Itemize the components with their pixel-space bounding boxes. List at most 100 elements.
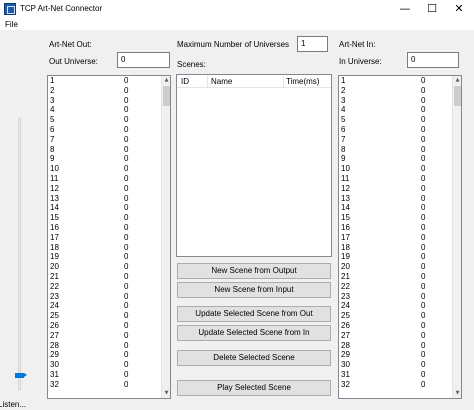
channel-row[interactable]: 30 [48,96,162,106]
in-channel-list[interactable]: 1 0 2 0 3 0 4 0 5 0 6 0 7 0 8 0 9 0 10 0 11 0 12 0 13 0 14 0 15 0 16 0 1… [338,75,462,399]
channel-row[interactable]: 19 0 [339,252,453,262]
channel-row[interactable]: 60 [339,125,453,135]
channel-row[interactable]: 32 0 [339,380,453,390]
channel-row[interactable]: 70 [339,135,453,145]
channel-value: 0 [421,320,426,330]
update-scene-from-out-button[interactable]: Update Selected Scene from Out [177,306,331,322]
scroll-up-icon[interactable]: ▲ [162,76,170,85]
channel-row[interactable]: 14 0 [48,203,162,213]
channel-row[interactable]: 28 0 [339,341,453,351]
channel-row[interactable]: 28 0 [48,341,162,351]
column-divider[interactable] [207,76,208,87]
delete-scene-button[interactable]: Delete Selected Scene [177,350,331,366]
channel-row[interactable]: 30 0 [48,360,162,370]
channel-row[interactable]: 25 0 [48,311,162,321]
channel-row[interactable]: 23 0 [48,292,162,302]
channel-row[interactable]: 27 0 [339,331,453,341]
channel-row[interactable]: 30 [339,96,453,106]
channel-row[interactable]: 40 [48,105,162,115]
channel-row[interactable]: 13 0 [48,194,162,204]
channel-row[interactable]: 22 0 [48,282,162,292]
channel-row[interactable]: 14 0 [339,203,453,213]
channel-value: 0 [124,144,129,154]
in-list-scrollbar[interactable]: ▲ ▼ [452,76,461,398]
channel-row[interactable]: 21 0 [339,272,453,282]
channel-row[interactable]: 70 [48,135,162,145]
col-name[interactable]: Name [211,77,232,86]
channel-row[interactable]: 26 0 [339,321,453,331]
universe-slider-thumb[interactable] [15,373,27,378]
channel-value: 0 [124,213,129,223]
column-divider[interactable] [283,76,284,87]
channel-row[interactable]: 10 [339,76,453,86]
channel-row[interactable]: 17 0 [48,233,162,243]
channel-row[interactable]: 31 0 [48,370,162,380]
scroll-down-icon[interactable]: ▼ [162,389,170,398]
channel-row[interactable]: 60 [48,125,162,135]
channel-row[interactable]: 10 0 [339,164,453,174]
channel-number: 8 [50,144,55,154]
channel-row[interactable]: 31 0 [339,370,453,380]
channel-row[interactable]: 20 0 [48,262,162,272]
channel-row[interactable]: 11 0 [339,174,453,184]
channel-row[interactable]: 40 [339,105,453,115]
close-button[interactable]: ✕ [446,0,472,18]
channel-row[interactable]: 25 0 [339,311,453,321]
channel-row[interactable]: 26 0 [48,321,162,331]
channel-row[interactable]: 12 0 [339,184,453,194]
maximize-button[interactable]: ☐ [419,0,445,18]
channel-row[interactable]: 11 0 [48,174,162,184]
new-scene-from-input-button[interactable]: New Scene from Input [177,282,331,298]
channel-row[interactable]: 10 [48,76,162,86]
channel-row[interactable]: 21 0 [48,272,162,282]
channel-row[interactable]: 27 0 [48,331,162,341]
channel-row[interactable]: 13 0 [339,194,453,204]
universe-slider-track[interactable] [18,118,21,390]
channel-row[interactable]: 10 0 [48,164,162,174]
channel-row[interactable]: 20 [339,86,453,96]
channel-row[interactable]: 24 0 [48,301,162,311]
out-channel-list[interactable]: 1 0 2 0 3 0 4 0 5 0 6 0 7 0 8 0 9 0 10 0 11 0 12 0 13 0 14 0 15 0 16 0 1… [47,75,171,399]
art-net-in-heading: Art-Net In: [339,40,376,49]
channel-row[interactable]: 50 [48,115,162,125]
scroll-up-icon[interactable]: ▲ [453,76,461,85]
scroll-thumb[interactable] [454,86,461,106]
channel-row[interactable]: 50 [339,115,453,125]
channel-row[interactable]: 12 0 [48,184,162,194]
channel-row[interactable]: 23 0 [339,292,453,302]
col-time[interactable]: Time(ms) [286,77,319,86]
scroll-thumb[interactable] [163,86,170,106]
channel-row[interactable]: 16 0 [339,223,453,233]
scroll-down-icon[interactable]: ▼ [453,389,461,398]
channel-row[interactable]: 20 0 [339,262,453,272]
out-list-scrollbar[interactable]: ▲ ▼ [161,76,170,398]
channel-row[interactable]: 90 [48,154,162,164]
channel-row[interactable]: 15 0 [48,213,162,223]
channel-row[interactable]: 20 [48,86,162,96]
out-universe-input[interactable]: 0 [117,52,170,68]
channel-row[interactable]: 19 0 [48,252,162,262]
channel-row[interactable]: 22 0 [339,282,453,292]
update-scene-from-in-button[interactable]: Update Selected Scene from In [177,325,331,341]
channel-row[interactable]: 80 [339,145,453,155]
channel-row[interactable]: 29 0 [339,350,453,360]
channel-row[interactable]: 18 0 [339,243,453,253]
channel-row[interactable]: 15 0 [339,213,453,223]
channel-row[interactable]: 30 0 [339,360,453,370]
channel-row[interactable]: 80 [48,145,162,155]
in-universe-input[interactable]: 0 [407,52,459,68]
menu-file[interactable]: File [5,20,18,29]
minimize-button[interactable]: — [392,0,418,18]
play-scene-button[interactable]: Play Selected Scene [177,380,331,396]
channel-row[interactable]: 24 0 [339,301,453,311]
channel-row[interactable]: 16 0 [48,223,162,233]
channel-row[interactable]: 29 0 [48,350,162,360]
max-universes-input[interactable]: 1 [297,36,328,52]
channel-row[interactable]: 32 0 [48,380,162,390]
channel-row[interactable]: 90 [339,154,453,164]
scenes-table[interactable]: ID Name Time(ms) [176,74,332,257]
new-scene-from-output-button[interactable]: New Scene from Output [177,263,331,279]
channel-row[interactable]: 18 0 [48,243,162,253]
channel-row[interactable]: 17 0 [339,233,453,243]
col-id[interactable]: ID [181,77,189,86]
